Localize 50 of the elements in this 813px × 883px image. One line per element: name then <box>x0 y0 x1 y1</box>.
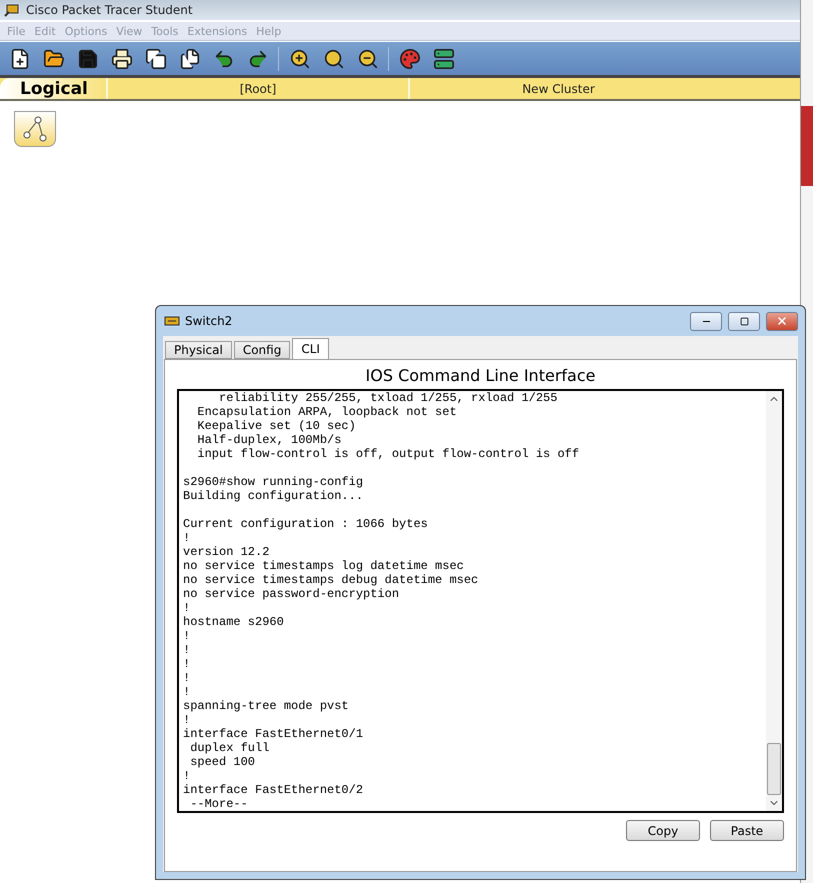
maximize-icon <box>740 316 748 326</box>
terminal-line: input flow-control is off, output flow-control is off <box>196 447 580 461</box>
scrollbar-thumb[interactable] <box>767 743 781 795</box>
panel-heading: IOS Command Line Interface <box>364 365 596 387</box>
window-title: Cisco Packet Tracer Student <box>26 3 193 17</box>
logical-view-button[interactable] <box>14 111 56 147</box>
terminal-line: --More-- <box>189 797 249 811</box>
close-button[interactable] <box>766 312 798 330</box>
tab[interactable]: CLI <box>292 338 329 359</box>
terminal-line: Half-duplex, 100Mb/s <box>196 433 342 447</box>
terminal-line: s2960#show running-config <box>183 475 364 489</box>
terminal-line: no service password-encryption <box>183 587 400 601</box>
terminal-line: ! <box>183 685 192 699</box>
terminal-line: Current configuration : 1066 bytes <box>183 517 429 531</box>
terminal-line: duplex full <box>189 741 270 755</box>
switch-icon <box>163 314 181 328</box>
terminal-line: version 12.2 <box>183 545 270 559</box>
terminal-line: spanning-tree mode pvst <box>183 699 350 713</box>
tab[interactable]: Config <box>234 341 290 359</box>
terminal-line: ! <box>183 629 192 643</box>
terminal-line: Keepalive set (10 sec) <box>196 419 357 433</box>
terminal-line: interface FastEthernet0/1 <box>183 727 364 741</box>
terminal-line: ! <box>183 671 192 685</box>
terminal-line: ! <box>183 713 192 727</box>
breadcrumb-item[interactable]: New Cluster <box>408 78 707 99</box>
terminal-line: ! <box>183 769 192 783</box>
close-icon <box>776 315 788 327</box>
scrollbar[interactable] <box>766 391 782 811</box>
terminal-line: interface FastEthernet0/2 <box>183 783 364 797</box>
terminal-line: ! <box>183 643 192 657</box>
terminal-line: ! <box>183 657 192 671</box>
breadcrumb-item[interactable]: [Root] <box>106 78 408 99</box>
terminal[interactable] <box>177 389 784 813</box>
terminal-line: Encapsulation ARPA, loopback not set <box>196 405 458 419</box>
maximize-button[interactable] <box>728 312 760 330</box>
paste-button[interactable]: Paste <box>710 820 784 841</box>
window-title: Switch2 <box>185 314 234 328</box>
terminal-line: hostname s2960 <box>183 615 285 629</box>
copy-button[interactable]: Copy <box>626 820 700 841</box>
app-logo-icon <box>4 3 20 17</box>
terminal-line: Building configuration... <box>183 489 364 503</box>
minimize-button[interactable] <box>690 312 722 330</box>
tab[interactable]: Physical <box>165 341 232 359</box>
terminal-line: speed 100 <box>189 755 256 769</box>
terminal-line: ! <box>183 531 192 545</box>
terminal-line: reliability 255/255, txload 1/255, rxload 1/255 <box>218 391 558 405</box>
terminal-line: no service timestamps debug datetime msec <box>183 573 480 587</box>
terminal-line: ! <box>183 601 192 615</box>
terminal-line: no service timestamps log datetime msec <box>183 559 465 573</box>
logical-tab[interactable]: Logical <box>0 78 106 99</box>
